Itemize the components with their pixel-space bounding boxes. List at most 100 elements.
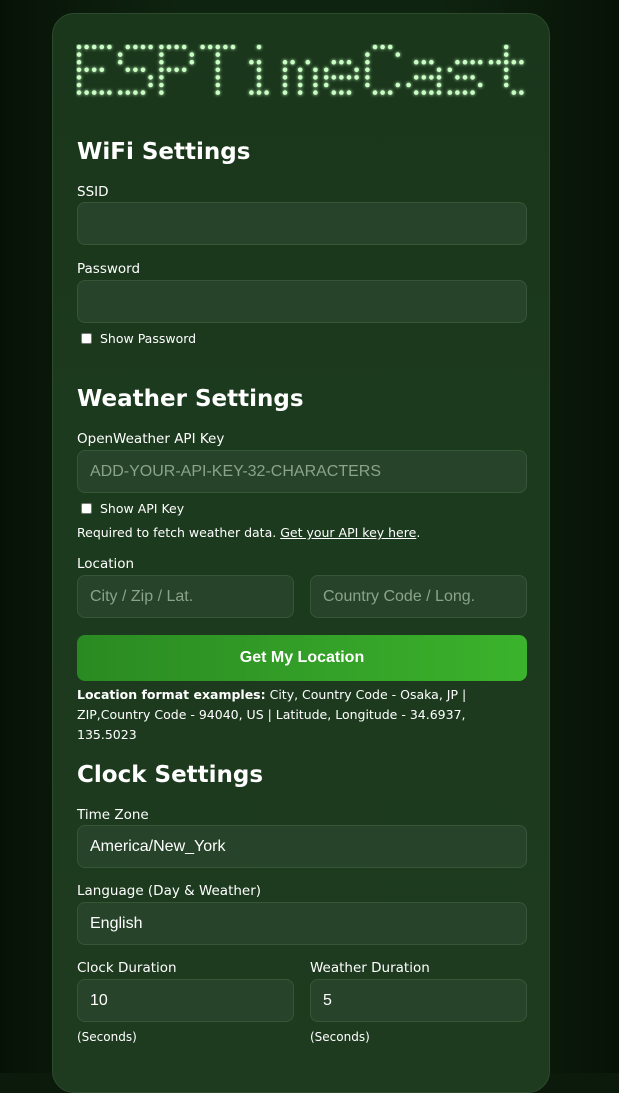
logo-dot — [174, 44, 179, 50]
city-input[interactable]: City / Zip / Lat. — [77, 575, 294, 618]
logo-dot — [215, 44, 221, 50]
logo-dot — [429, 75, 434, 80]
country-input[interactable]: Country Code / Long. — [310, 575, 527, 618]
logo-dot — [346, 90, 352, 95]
logo-dot — [313, 82, 318, 88]
get-my-location-button[interactable]: Get My Location — [77, 635, 527, 681]
weather-duration-unit: (Seconds) — [310, 1030, 370, 1044]
logo-dot — [455, 75, 460, 80]
logo-dot — [256, 82, 262, 88]
logo-dot — [249, 90, 254, 95]
logo-dot — [215, 82, 221, 88]
logo-dot — [166, 67, 172, 73]
logo-dot — [159, 59, 164, 65]
logo-dot — [282, 75, 288, 80]
logo-dot — [447, 67, 453, 73]
logo-dot — [503, 67, 509, 73]
logo-dot — [133, 44, 138, 50]
logo-dot — [159, 52, 164, 57]
logo-dot — [313, 75, 318, 80]
logo-dot — [365, 75, 370, 80]
clock-duration-input[interactable]: 10 — [77, 979, 294, 1022]
logo-dot — [256, 44, 262, 50]
logo-dot — [207, 44, 213, 50]
logo-dot — [470, 90, 475, 95]
logo-dot — [107, 90, 112, 95]
logo-dot — [462, 90, 468, 95]
logo-dot — [380, 90, 385, 95]
logo-dot — [331, 90, 337, 95]
logo-dot — [166, 44, 172, 50]
location-format-examples: Location format examples: City, Country … — [77, 685, 529, 745]
logo-dot — [519, 59, 524, 65]
logo-dot — [297, 75, 303, 80]
api-key-required-text: Required to fetch weather data. — [77, 525, 281, 540]
logo-dot — [339, 59, 344, 65]
language-select[interactable]: English — [77, 902, 527, 945]
logo-dot — [413, 59, 419, 65]
show-password-row[interactable]: Show Password — [81, 331, 196, 346]
clock-duration-unit: (Seconds) — [77, 1030, 137, 1044]
logo-dot — [323, 82, 329, 88]
logo-dot — [346, 75, 352, 80]
logo-dot — [421, 59, 427, 65]
logo-dot — [140, 90, 146, 95]
logo-dot — [181, 44, 187, 50]
logo-dot — [76, 44, 82, 50]
logo-dot — [297, 82, 303, 88]
logo-dot — [256, 59, 262, 65]
logo-dot — [503, 44, 509, 50]
logo-dot — [84, 90, 89, 95]
logo-dot — [76, 75, 82, 80]
show-api-key-checkbox[interactable] — [81, 503, 92, 514]
get-api-key-link[interactable]: Get your API key here — [280, 525, 416, 540]
logo-dot — [282, 90, 288, 95]
logo-dot — [503, 75, 509, 80]
weather-settings-heading: Weather Settings — [77, 386, 304, 412]
logo-dot — [107, 44, 112, 50]
logo-dot — [470, 75, 475, 80]
password-input[interactable] — [77, 280, 527, 323]
logo-dot — [511, 59, 517, 65]
logo-dot — [282, 82, 288, 88]
clock-duration-label: Clock Duration — [77, 960, 177, 976]
logo-dot — [140, 67, 146, 73]
logo-dot — [365, 82, 370, 88]
logo-dot — [354, 67, 359, 73]
logo-dot — [380, 44, 385, 50]
logo-dot — [395, 52, 401, 57]
logo-dot — [200, 44, 205, 50]
logo-dot — [148, 75, 153, 80]
time-zone-select[interactable]: America/New_York — [77, 825, 527, 868]
esptimecast-logo — [76, 44, 524, 95]
logo-dot — [365, 59, 370, 65]
logo-dot — [159, 67, 164, 73]
show-api-key-row[interactable]: Show API Key — [81, 501, 184, 516]
logo-dot — [215, 75, 221, 80]
logo-dot — [519, 90, 524, 95]
logo-dot — [297, 90, 303, 95]
logo-dot — [339, 75, 344, 80]
show-password-checkbox[interactable] — [81, 333, 92, 344]
logo-dot — [140, 44, 146, 50]
show-password-label[interactable]: Show Password — [100, 331, 196, 346]
weather-duration-input[interactable]: 5 — [310, 979, 527, 1022]
logo-dot — [215, 52, 221, 57]
logo-dot — [223, 44, 228, 50]
logo-dot — [125, 67, 131, 73]
logo-dot — [511, 90, 517, 95]
api-key-input[interactable]: ADD-YOUR-API-KEY-32-CHARACTERS — [77, 450, 527, 493]
ssid-input[interactable] — [77, 202, 527, 245]
show-api-key-label[interactable]: Show API Key — [100, 501, 184, 516]
logo-dot — [117, 59, 123, 65]
logo-dot — [99, 44, 105, 50]
logo-dot — [282, 67, 288, 73]
logo-dot — [215, 59, 221, 65]
logo-dot — [447, 90, 453, 95]
logo-dot — [305, 59, 311, 65]
logo-dot — [125, 90, 131, 95]
logo-dot — [76, 90, 82, 95]
weather-duration-label: Weather Duration — [310, 960, 430, 976]
logo-dot — [421, 75, 427, 80]
logo-dot — [372, 44, 378, 50]
